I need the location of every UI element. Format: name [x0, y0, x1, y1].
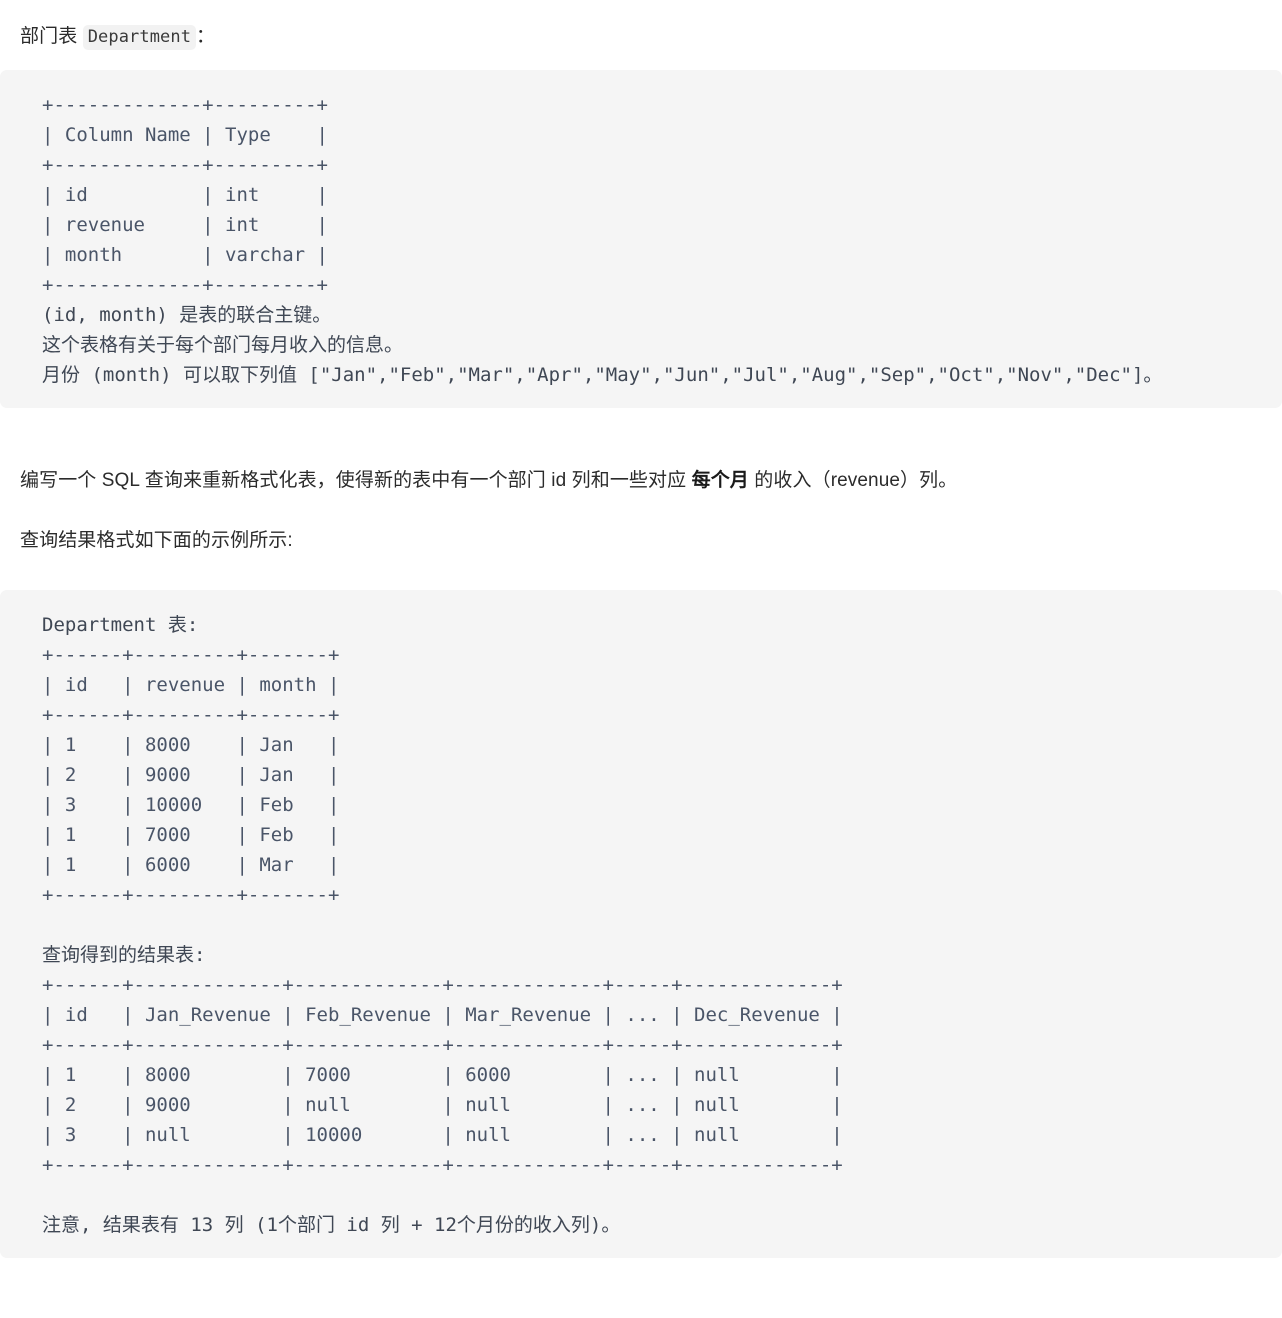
blank-line [42, 1180, 1282, 1210]
schema-note-months: 月份 (month) 可以取下列值 ["Jan","Feb","Mar","Ap… [42, 364, 1163, 386]
task-description-part1: 编写一个 SQL 查询来重新格式化表，使得新的表中有一个部门 id 列和一些对应 [20, 470, 692, 491]
task-description-part2: 的收入（revenue）列。 [748, 470, 958, 491]
input-table-caption: Department 表: [42, 614, 199, 636]
blank-line [42, 910, 1282, 940]
table-name-code-chip: Department [82, 25, 197, 50]
task-description-emphasis: 每个月 [691, 470, 749, 491]
problem-statement-page: 部门表 Department： +-------------+---------… [0, 22, 1282, 1258]
example-code-block: Department 表: +------+---------+-------+… [0, 590, 1282, 1258]
schema-intro-suffix: ： [196, 26, 216, 47]
input-ascii-table: +------+---------+-------+ | id | revenu… [42, 644, 340, 906]
output-table-caption: 查询得到的结果表: [42, 944, 206, 966]
example-intro-line: 查询结果格式如下面的示例所示: [20, 530, 293, 551]
task-description-line: 编写一个 SQL 查询来重新格式化表，使得新的表中有一个部门 id 列和一些对应… [0, 466, 1282, 496]
schema-intro-prefix: 部门表 [20, 26, 83, 47]
result-columns-note: 注意, 结果表有 13 列 (1个部门 id 列 + 12个月份的收入列)。 [42, 1214, 621, 1236]
output-ascii-table: +------+-------------+-------------+----… [42, 974, 843, 1176]
schema-note-primary-key: (id, month) 是表的联合主键。 [42, 304, 332, 326]
schema-intro-line: 部门表 Department： [0, 22, 1282, 52]
schema-ascii-table: +-------------+---------+ | Column Name … [42, 94, 328, 296]
schema-code-block: +-------------+---------+ | Column Name … [0, 70, 1282, 408]
schema-note-description: 这个表格有关于每个部门每月收入的信息。 [42, 334, 404, 356]
